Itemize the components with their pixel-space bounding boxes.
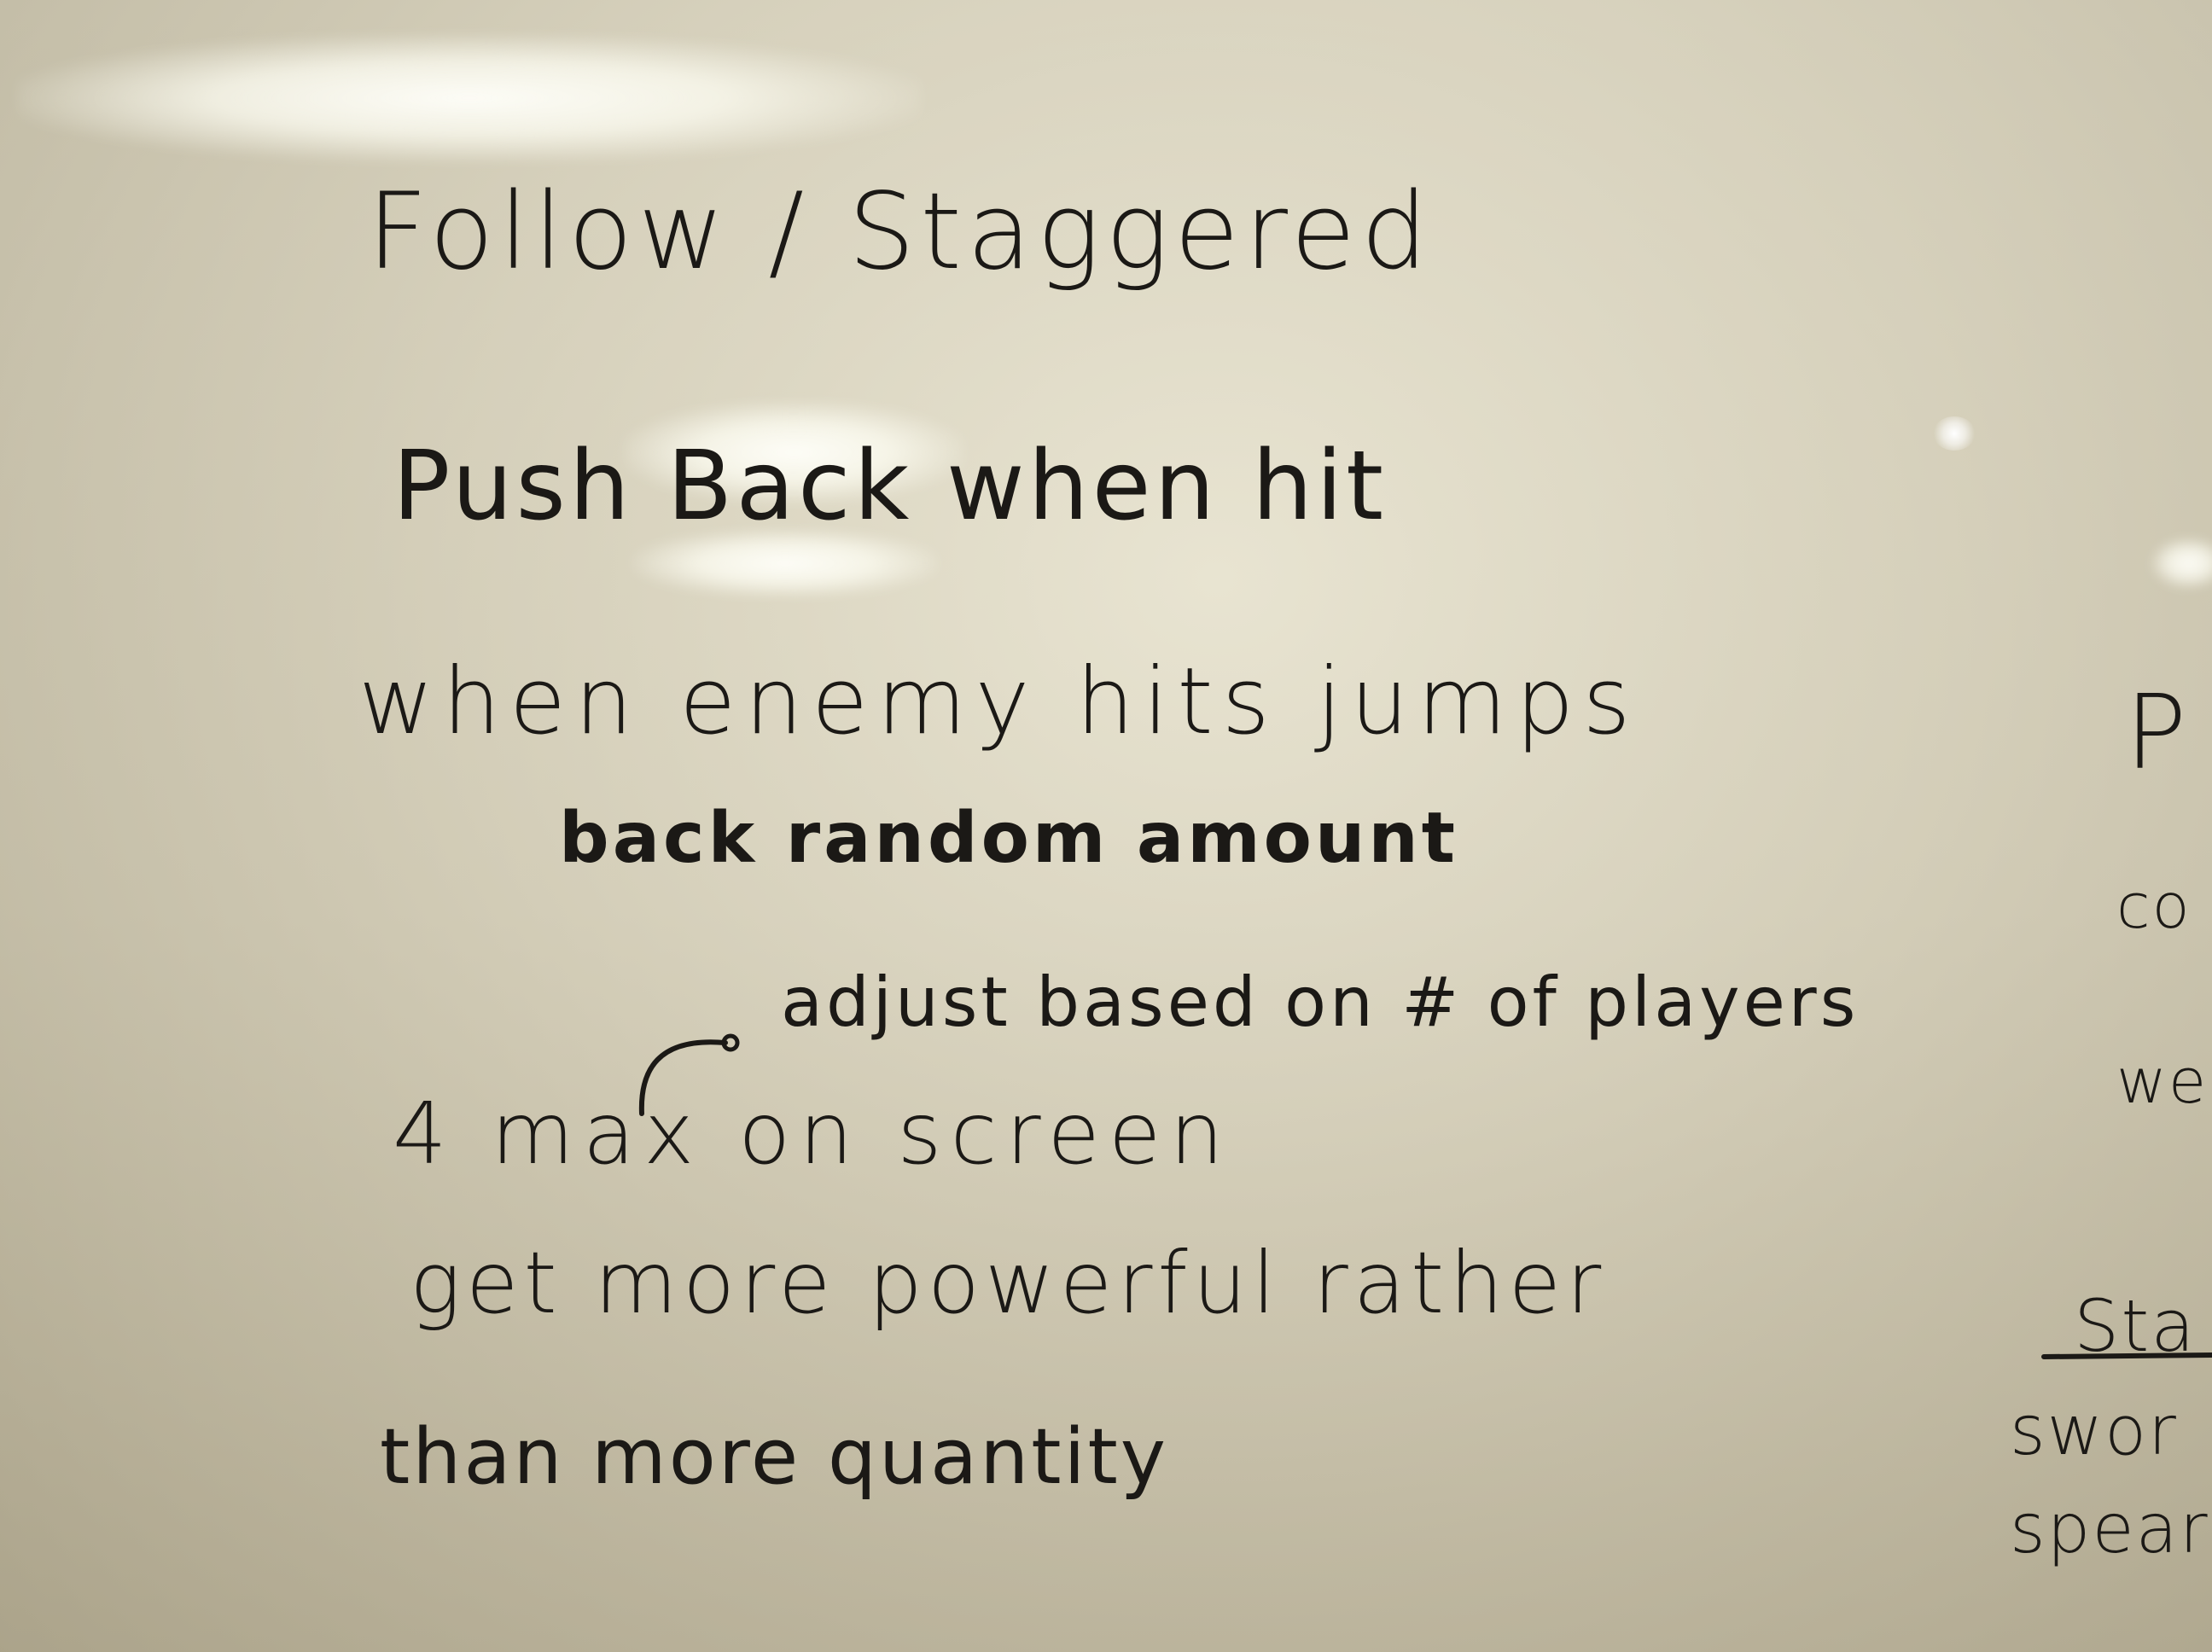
edge-note-co: co — [2116, 870, 2192, 942]
note-than-quantity: than more quantity — [380, 1412, 1169, 1502]
note-max-on-screen: 4 max on screen — [393, 1084, 1232, 1184]
light-spot — [1933, 416, 1976, 451]
edge-note-p: P — [2125, 674, 2189, 793]
whiteboard: Follow / Staggered Push Back when hit wh… — [0, 0, 2212, 1652]
edge-note-spea: spear — [2010, 1489, 2209, 1568]
edge-note-sta: Sta — [2074, 1284, 2197, 1368]
note-more-powerful: get more powerful rather — [410, 1233, 1607, 1333]
light-reflection — [17, 34, 922, 162]
note-adjust: adjust based on # of players — [781, 963, 1860, 1042]
note-title: Follow / Staggered — [367, 171, 1434, 294]
edge-note-swor: swor — [2010, 1391, 2178, 1470]
light-reflection — [2151, 538, 2212, 589]
edge-note-we: we — [2116, 1045, 2209, 1117]
note-back-random: back random amount — [559, 798, 1458, 879]
arrow-head — [721, 1033, 740, 1052]
note-push-back: Push Back when hit — [393, 431, 1388, 542]
note-enemy-hits: when enemy hits jumps — [358, 649, 1639, 755]
